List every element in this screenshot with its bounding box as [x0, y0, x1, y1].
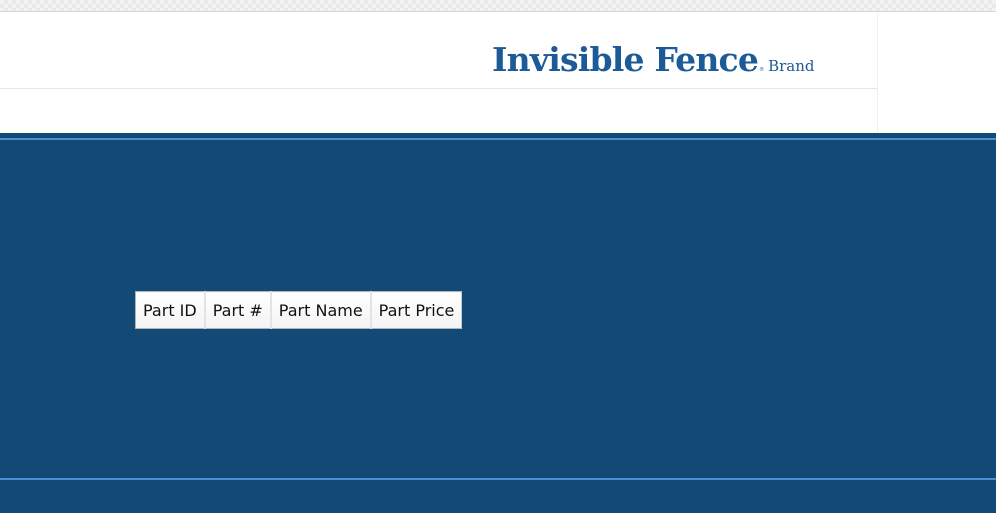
parts-table: Part ID Part # Part Name Part Price: [135, 291, 463, 329]
main-bottom-accent-line: [0, 478, 996, 480]
parts-table-header-row: Part ID Part # Part Name Part Price: [135, 291, 463, 329]
logo-registered-mark: ®: [759, 67, 765, 73]
column-header-part-number[interactable]: Part #: [203, 291, 272, 329]
column-header-part-name[interactable]: Part Name: [269, 291, 372, 329]
main-top-accent-line: [0, 138, 996, 140]
logo-brand-text: Brand: [768, 57, 815, 75]
logo-wordmark: Invisible Fence: [492, 40, 759, 79]
site-header: Invisible Fence ® Brand: [0, 13, 996, 133]
invisible-fence-logo[interactable]: Invisible Fence ® Brand: [492, 40, 814, 79]
browser-top-strip: [0, 0, 996, 12]
header-divider: [0, 88, 877, 89]
main-content: Part ID Part # Part Name Part Price: [0, 133, 996, 513]
header-panel: Invisible Fence ® Brand: [0, 13, 877, 133]
column-header-part-id[interactable]: Part ID: [135, 291, 206, 329]
column-header-part-price[interactable]: Part Price: [369, 291, 463, 329]
